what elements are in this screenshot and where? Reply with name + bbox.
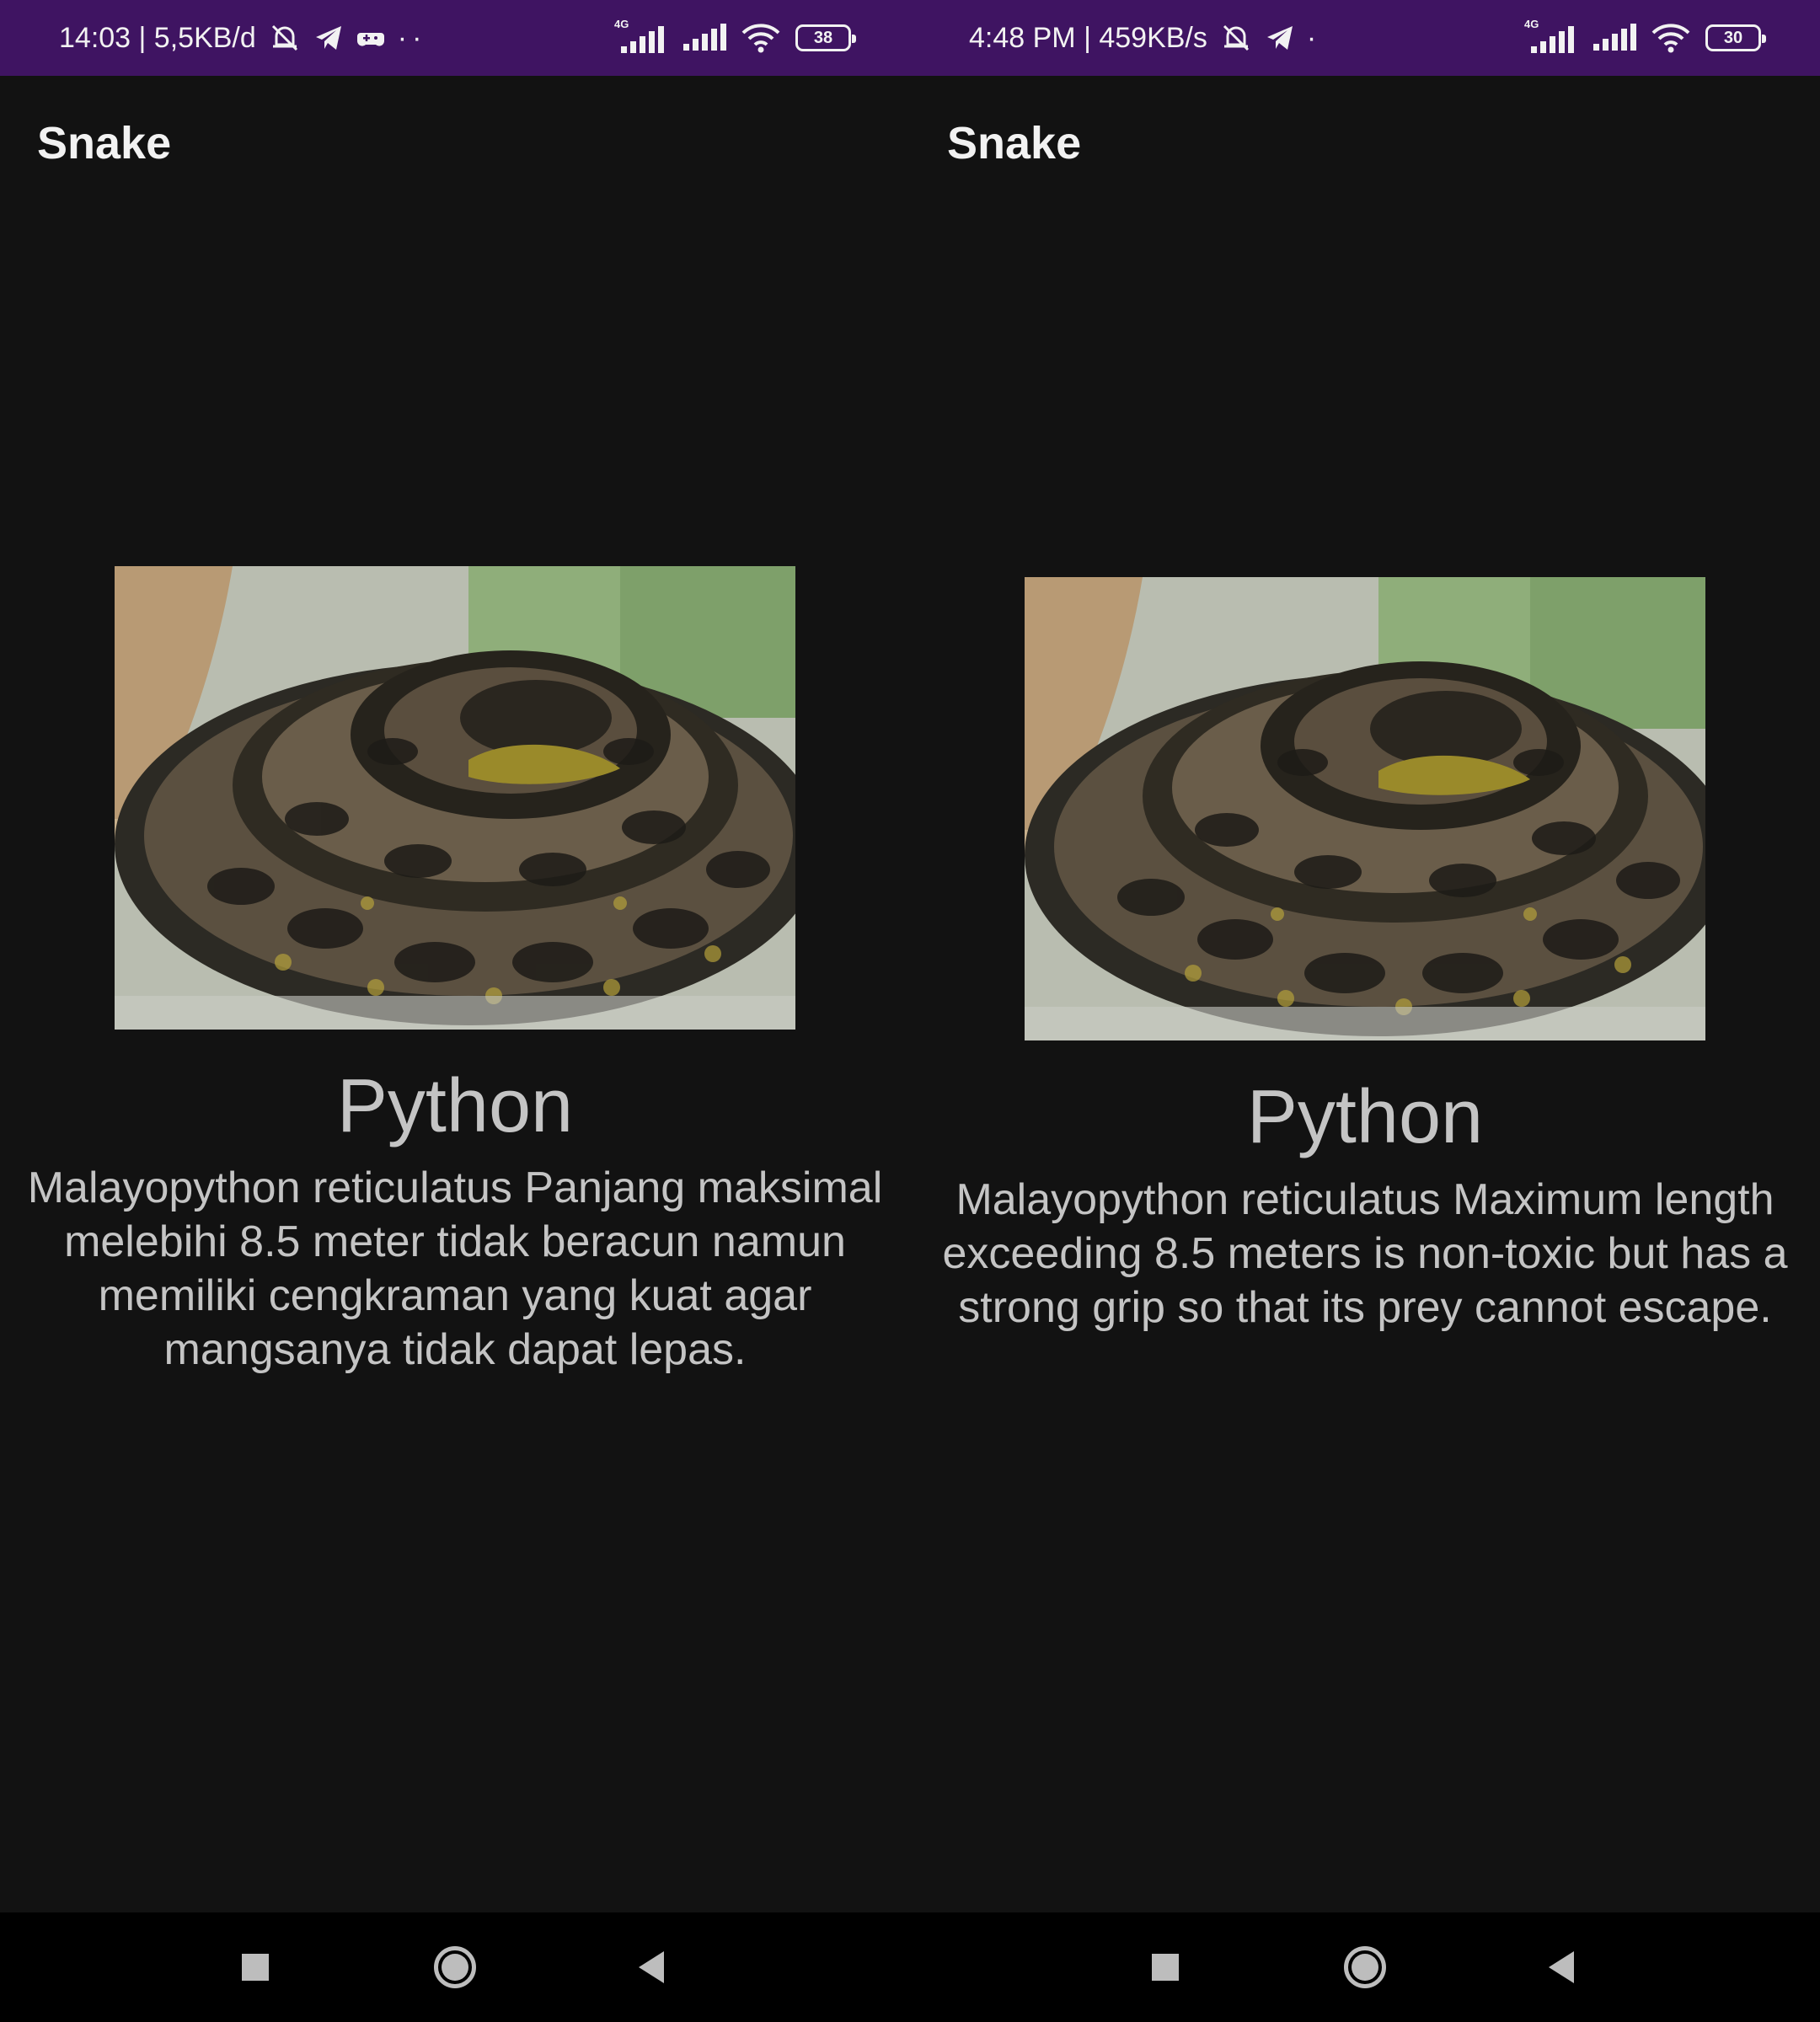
snake-photo xyxy=(115,566,795,1030)
back-triangle-icon xyxy=(639,1951,664,1983)
home-button[interactable] xyxy=(1314,1912,1416,2022)
snake-photo xyxy=(1025,577,1705,1040)
muted-bell-icon xyxy=(1219,21,1253,55)
back-triangle-icon xyxy=(1549,1951,1574,1983)
status-more-indicator: ·· xyxy=(397,21,427,54)
back-button[interactable] xyxy=(601,1912,702,2022)
app-bar: Snake xyxy=(910,76,1820,211)
game-controller-icon xyxy=(356,23,386,53)
telegram-icon xyxy=(313,23,344,53)
snake-name: Python xyxy=(336,1064,574,1148)
app-title: Snake xyxy=(37,118,172,168)
status-bar: 14:03 | 5,5KB/d ·· 4G 38 xyxy=(0,0,910,76)
signal-icon xyxy=(1593,24,1636,51)
status-time-speed: 4:48 PM | 459KB/s xyxy=(969,21,1207,54)
snake-description: Malayopython reticulatus Maximum length … xyxy=(942,1175,1788,1332)
signal-icon xyxy=(683,24,726,51)
telegram-icon xyxy=(1265,23,1295,53)
muted-bell-icon xyxy=(268,21,302,55)
home-button[interactable] xyxy=(404,1912,506,2022)
status-time-speed: 14:03 | 5,5KB/d xyxy=(59,21,256,54)
recents-square-icon xyxy=(242,1954,269,1981)
wifi-icon xyxy=(1650,21,1692,55)
battery-icon: 38 xyxy=(795,24,856,51)
recents-square-icon xyxy=(1152,1954,1179,1981)
status-bar: 4:48 PM | 459KB/s · 4G 30 xyxy=(910,0,1820,76)
battery-icon: 30 xyxy=(1705,24,1766,51)
status-more-indicator: · xyxy=(1306,21,1322,54)
back-button[interactable] xyxy=(1511,1912,1612,2022)
screenshot-pair: 14:03 | 5,5KB/d ·· 4G 38 Snake Python Ma… xyxy=(0,0,1820,2022)
navigation-bar xyxy=(910,1912,1820,2022)
snake-description: Malayopython reticulatus Panjang maksima… xyxy=(27,1163,883,1374)
screen-english: 4:48 PM | 459KB/s · 4G 30 Snake Python M… xyxy=(910,0,1820,2022)
signal-4g-icon: 4G xyxy=(1521,18,1580,55)
home-circle-icon xyxy=(1344,1946,1386,1988)
wifi-icon xyxy=(740,21,782,55)
signal-4g-icon: 4G xyxy=(611,18,670,55)
snake-name: Python xyxy=(1246,1075,1484,1159)
app-title: Snake xyxy=(947,118,1082,168)
recents-button[interactable] xyxy=(205,1912,306,2022)
navigation-bar xyxy=(0,1912,910,2022)
app-bar: Snake xyxy=(0,76,910,211)
recents-button[interactable] xyxy=(1115,1912,1216,2022)
screen-indonesian: 14:03 | 5,5KB/d ·· 4G 38 Snake Python Ma… xyxy=(0,0,910,2022)
home-circle-icon xyxy=(434,1946,476,1988)
